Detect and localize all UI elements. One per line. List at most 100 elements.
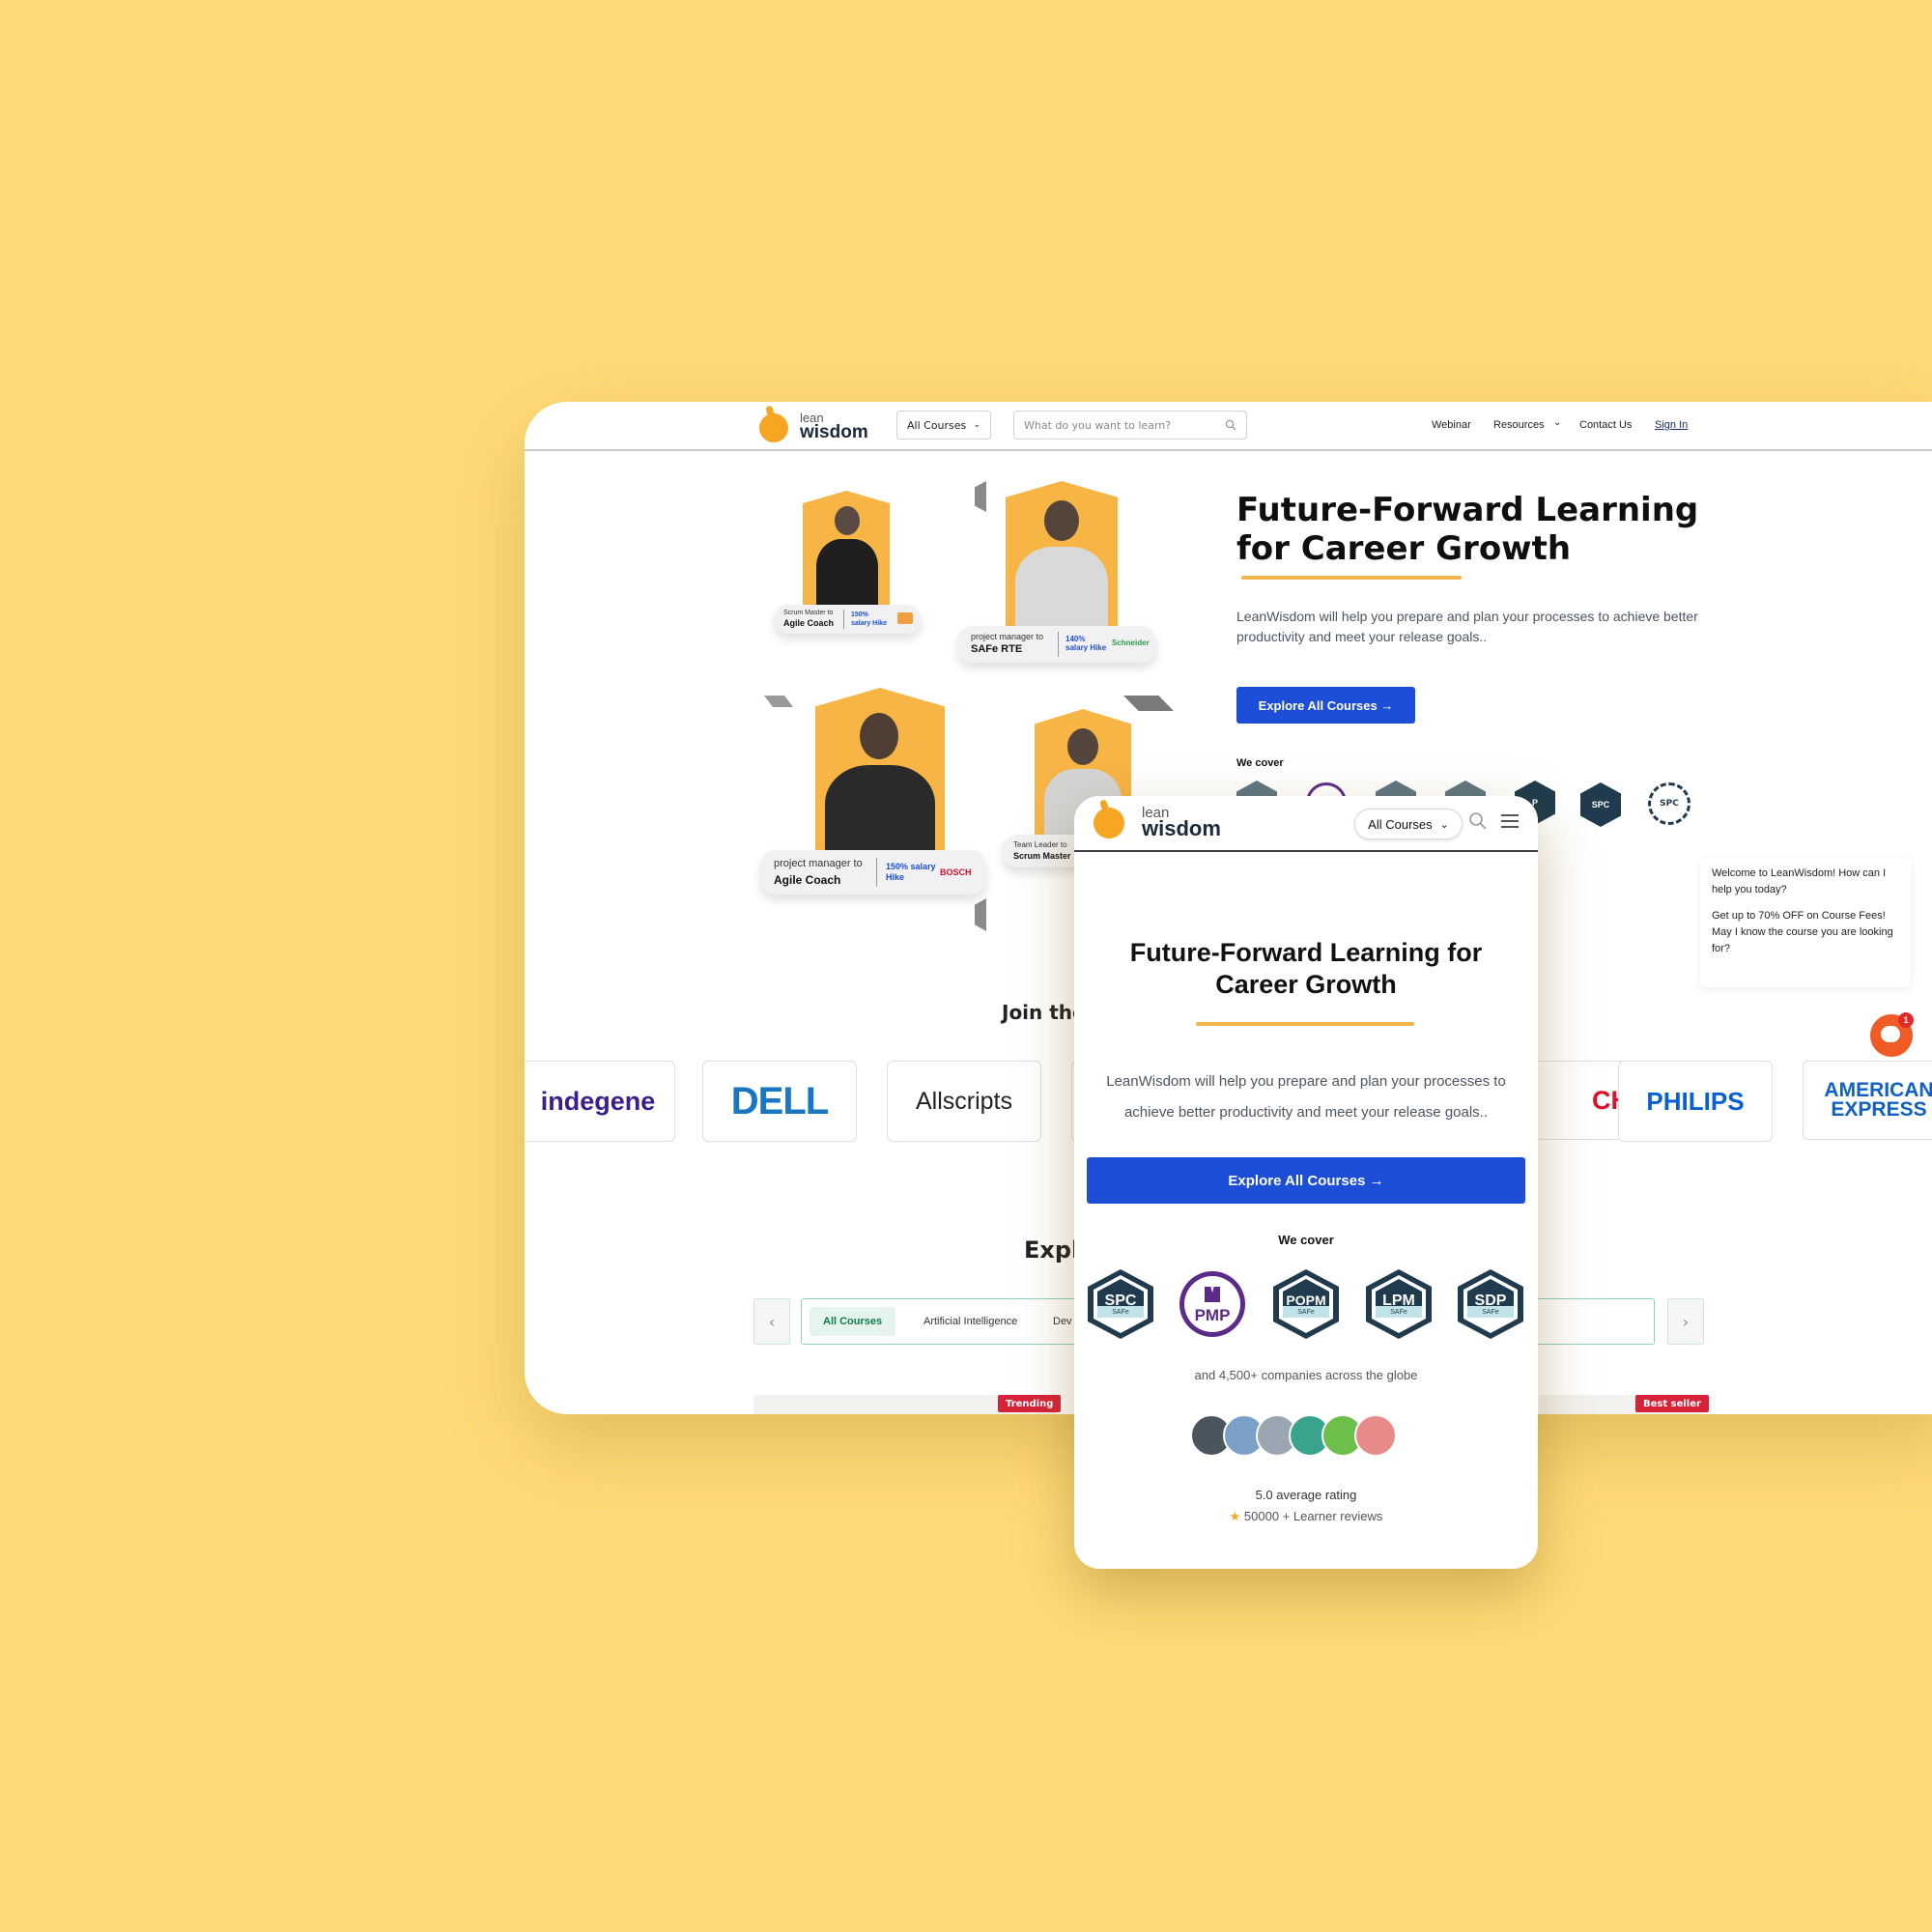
company-logo-card: DELL	[702, 1061, 857, 1142]
tab-artificial-intelligence[interactable]: Artificial Intelligence	[910, 1307, 1031, 1336]
chevron-down-icon: ⌄	[1439, 818, 1449, 831]
search-icon[interactable]	[1468, 811, 1488, 831]
trending-tag: Trending	[998, 1395, 1062, 1412]
chevron-down-icon: ⌄	[973, 420, 980, 430]
lpm-badge-icon: LPM SAFe	[1364, 1267, 1434, 1341]
average-rating: 5.0 average rating	[1255, 1488, 1357, 1502]
logo-bunny-icon[interactable]	[759, 413, 788, 442]
testimonial-card: project manager to SAFe RTE 140% salary …	[957, 626, 1156, 663]
testimonial-company: Schneider	[1112, 639, 1150, 647]
logo-text-wisdom: wisdom	[800, 422, 868, 442]
chat-unread-badge: 1	[1898, 1012, 1914, 1028]
testimonial-from: project manager to	[971, 632, 1044, 641]
star-icon: ★	[1229, 1509, 1241, 1523]
nav-resources[interactable]: Resources	[1493, 419, 1545, 431]
learner-reviews-text: 50000 + Learner reviews	[1243, 1509, 1383, 1523]
popm-badge-icon: POPM SAFe	[1271, 1267, 1341, 1341]
category-select[interactable]: All Courses ⌄	[896, 411, 991, 440]
search-placeholder: What do you want to learn?	[1024, 418, 1172, 432]
chevron-down-icon: ⌄	[1553, 417, 1562, 428]
decor-shape	[975, 481, 986, 512]
testimonial-photo	[815, 688, 945, 858]
chat-message-welcome: Welcome to LeanWisdom! How can I help yo…	[1712, 867, 1887, 895]
nav-signin[interactable]: Sign In	[1655, 419, 1688, 431]
we-cover-label: We cover	[1236, 757, 1284, 769]
chevron-left-icon: ‹	[768, 1312, 776, 1331]
decor-shape	[1123, 696, 1174, 711]
chat-popup[interactable]: Welcome to LeanWisdom! How can I help yo…	[1700, 858, 1911, 987]
chevron-right-icon: ›	[1682, 1312, 1690, 1331]
learner-reviews: ★ 50000 + Learner reviews	[1074, 1509, 1538, 1524]
badge-sub: SAFe	[1112, 1309, 1129, 1316]
badge-sub: SAFe	[1390, 1309, 1407, 1316]
companies-text: and 4,500+ companies across the globe	[1194, 1368, 1418, 1382]
testimonial-hike: 150% salary Hike	[851, 611, 887, 627]
badge-sub: SAFe	[1482, 1309, 1499, 1316]
explore-title: Expl	[1024, 1236, 1080, 1264]
testimonial-to: Agile Coach	[783, 618, 835, 628]
testimonial-card: Scrum Master to Agile Coach 150% salary …	[774, 605, 921, 634]
testimonial-from: Scrum Master to	[783, 610, 834, 616]
mobile-category-label: All Courses	[1368, 816, 1433, 832]
testimonial-from: Team Leader to	[1013, 840, 1067, 849]
title-underline	[1196, 1022, 1414, 1026]
testimonial-hike: 140% salary Hike	[1065, 635, 1107, 652]
chat-message-offer: Get up to 70% OFF on Course Fees!	[1712, 910, 1886, 922]
company-logo-card: AMERICAN EXPRESS	[1803, 1061, 1932, 1140]
tab-all-courses[interactable]: All Courses	[810, 1307, 896, 1336]
logo-bunny-icon[interactable]	[1094, 808, 1124, 838]
testimonial-company: BOSCH	[940, 867, 972, 877]
testimonial-card: project manager to Agile Coach 150% sala…	[760, 850, 986, 895]
mobile-hero-description: LeanWisdom will help you prepare and pla…	[1106, 1073, 1506, 1121]
avatar	[1354, 1414, 1397, 1457]
pmp-badge-icon: PMP	[1178, 1267, 1247, 1341]
search-input[interactable]: What do you want to learn?	[1013, 411, 1247, 440]
join-title: Join the	[1002, 1001, 1086, 1024]
mobile-navbar: lean wisdom All Courses ⌄	[1074, 796, 1538, 852]
hero-description: LeanWisdom will help you prepare and pla…	[1236, 609, 1698, 644]
search-icon[interactable]	[1225, 419, 1236, 431]
nav-contact[interactable]: Contact Us	[1579, 419, 1632, 431]
logo-text-wisdom: wisdom	[1142, 816, 1221, 840]
mobile-category-select[interactable]: All Courses ⌄	[1354, 809, 1463, 839]
desktop-navbar: lean wisdom All Courses ⌄ What do you wa…	[525, 402, 1932, 451]
badge-name: PMP	[1194, 1306, 1231, 1324]
mobile-window: lean wisdom All Courses ⌄ Future-Forward…	[1074, 796, 1538, 1569]
chat-bubble-icon	[1881, 1026, 1900, 1042]
explore-courses-button[interactable]: Explore All Courses →	[1236, 687, 1415, 724]
title-underline	[1241, 576, 1462, 580]
spc-badge-icon: SPC SAFe	[1086, 1267, 1155, 1341]
hero-title: Future-Forward Learning for Career Growt…	[1236, 491, 1699, 568]
testimonial-to: SAFe RTE	[971, 643, 1023, 655]
badge-name: SDP	[1474, 1293, 1507, 1309]
testimonial-hike: 150% salary Hike	[886, 862, 936, 882]
testimonial-photo	[1006, 481, 1118, 628]
mobile-hero-title: Future-Forward Learning for Career Growt…	[1129, 938, 1483, 999]
company-logo-card: indegene	[525, 1061, 675, 1142]
bestseller-tag: Best seller	[1635, 1395, 1709, 1412]
badge-name: SPC	[1104, 1293, 1137, 1309]
company-logo-card: PHILIPS	[1618, 1061, 1773, 1142]
badge-name: POPM	[1286, 1293, 1326, 1308]
mobile-we-cover-label: We cover	[1278, 1233, 1334, 1247]
sdp-badge-icon: SDP SAFe	[1456, 1267, 1525, 1341]
decor-shape	[975, 898, 986, 931]
decor-shape	[764, 696, 793, 707]
category-select-label: All Courses	[907, 418, 967, 432]
hamburger-menu-icon[interactable]	[1501, 813, 1519, 829]
tabs-prev-button[interactable]: ‹	[753, 1298, 790, 1345]
nav-webinar[interactable]: Webinar	[1432, 419, 1471, 431]
badge-name: LPM	[1382, 1293, 1415, 1309]
testimonial-to: Agile Coach	[774, 873, 841, 887]
mobile-explore-courses-button[interactable]: Explore All Courses →	[1087, 1157, 1525, 1204]
tabs-next-button[interactable]: ›	[1667, 1298, 1704, 1345]
badge-sub: SAFe	[1297, 1309, 1315, 1316]
testimonial-from: project manager to	[774, 858, 863, 869]
chat-message-question: May I know the course you are looking fo…	[1712, 926, 1893, 954]
spc-badge-icon: SPC	[1580, 782, 1621, 827]
company-logo-card: Allscripts	[887, 1061, 1041, 1142]
testimonial-to: Scrum Master	[1013, 851, 1071, 861]
company-logo-icon	[897, 612, 913, 624]
advanced-spc-badge-icon: SPC	[1648, 782, 1690, 825]
testimonial-photo	[803, 491, 890, 605]
